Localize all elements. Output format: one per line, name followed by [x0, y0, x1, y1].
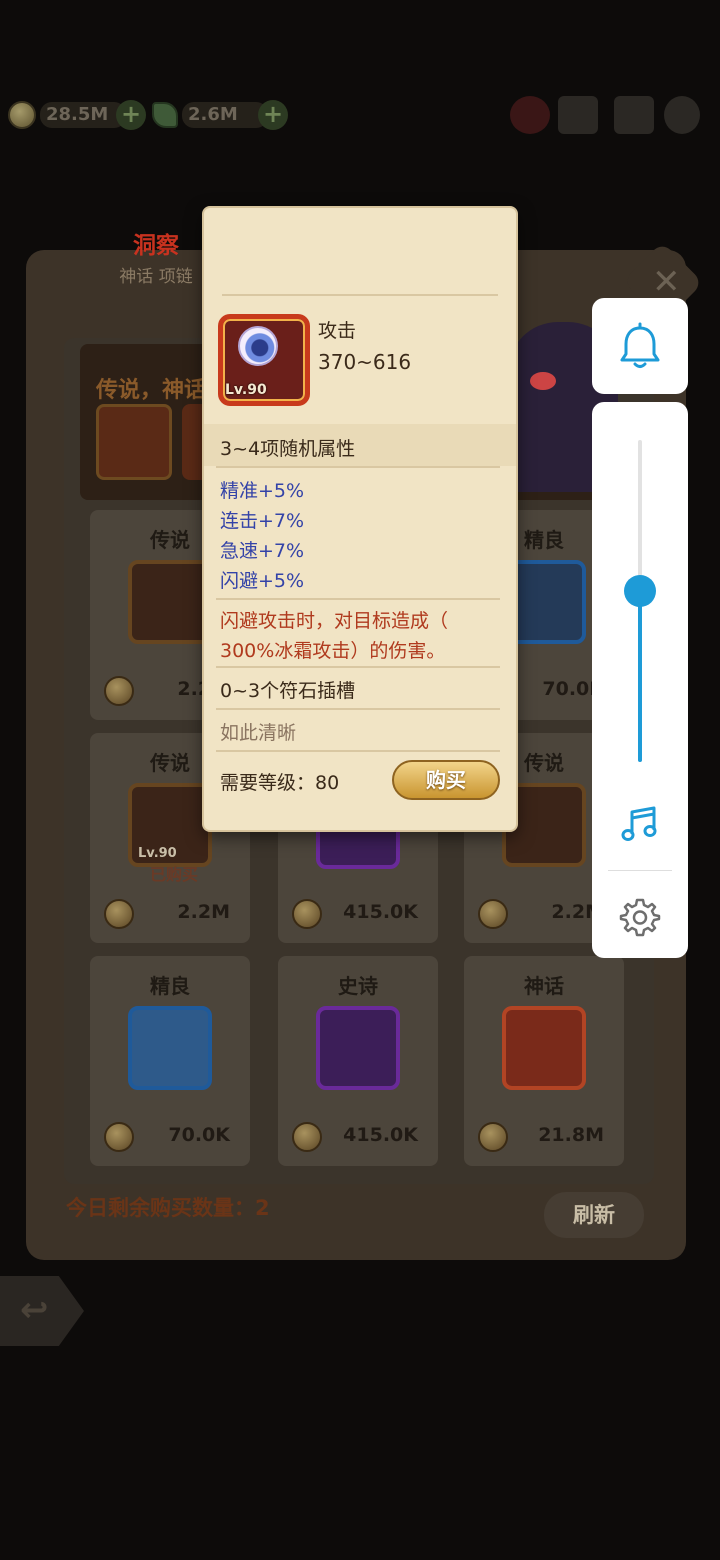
add-gem-button[interactable]: + [258, 100, 288, 130]
ringer-mode-button[interactable] [592, 298, 688, 394]
gold-coin-icon [8, 101, 36, 129]
top-hud: 28.5M + 2.6M + [0, 88, 720, 144]
gem-resource: 2.6M + [152, 98, 288, 132]
price-bar: 415.0K [292, 897, 424, 931]
coin-icon [104, 676, 134, 706]
attribute-line: 精准+5% [220, 480, 305, 502]
volume-slider-fill [638, 591, 642, 762]
gear-icon[interactable] [664, 96, 700, 134]
add-gold-button[interactable]: + [116, 100, 146, 130]
coin-icon [478, 1122, 508, 1152]
divider [216, 708, 500, 710]
divider [216, 666, 500, 668]
item-type: 神话 项链 [119, 267, 193, 287]
bell-icon [620, 322, 660, 368]
eye-necklace-icon [238, 326, 278, 366]
coin-icon [104, 899, 134, 929]
price-bar: 70.0K [104, 1120, 236, 1154]
media-volume-button[interactable] [616, 800, 664, 848]
stat-value: 370~616 [318, 350, 412, 374]
buy-button[interactable]: 购买 [392, 760, 500, 800]
sound-settings-button[interactable] [616, 892, 664, 940]
coin-icon [104, 1122, 134, 1152]
stat-label: 攻击 [318, 320, 357, 342]
attribute-line: 连击+7% [220, 510, 305, 532]
gold-amount: 28.5M [40, 102, 126, 128]
divider [608, 870, 672, 871]
effect-text: 300%冰霜攻击）的伤害。 [220, 640, 446, 662]
attribute-line: 急速+7% [220, 540, 305, 562]
divider [222, 294, 498, 296]
music-note-icon [621, 806, 657, 841]
item-name: 洞察 [133, 233, 179, 259]
coin-icon [292, 1122, 322, 1152]
price-bar: 2.2M [478, 897, 610, 931]
merchant-eye [530, 372, 556, 390]
price-bar: 415.0K [292, 1120, 424, 1154]
remaining-purchases: 今日剩余购买数量：2 [66, 1196, 270, 1220]
item-price: 415.0K [343, 1124, 418, 1146]
gem-leaf-icon [152, 102, 178, 128]
coin-icon [478, 899, 508, 929]
chat-icon[interactable] [558, 96, 598, 134]
item-price: 2.2M [177, 901, 230, 923]
coin-icon [292, 899, 322, 929]
shop-item-card[interactable]: 精良 70.0K [90, 956, 250, 1166]
item-rarity: 史诗 [338, 974, 378, 998]
divider [216, 750, 500, 752]
required-level: 需要等级：80 [220, 772, 340, 794]
item-price: 415.0K [343, 901, 418, 923]
price-bar: 2.2M [104, 897, 236, 931]
item-price: 70.0K [168, 1124, 230, 1146]
banner-title: 传说，神话 [96, 378, 207, 403]
divider [216, 598, 500, 600]
gear-icon [619, 898, 661, 937]
gem-amount: 2.6M [182, 102, 268, 128]
shop-item-card[interactable]: 史诗 415.0K [278, 956, 438, 1166]
item-rarity: 精良 [150, 974, 190, 998]
bag-icon[interactable] [510, 96, 550, 134]
attribute-line: 闪避+5% [220, 570, 305, 592]
item-level-badge: Lv.90 [225, 382, 267, 398]
socket-info: 0~3个符石插槽 [220, 680, 356, 702]
eye-necklace-icon [502, 1006, 586, 1090]
banner-item-staff-icon [96, 404, 172, 480]
mask-icon [128, 560, 212, 644]
belt-icon: Lv.90 [128, 783, 212, 867]
item-level: Lv.90 [138, 846, 177, 861]
close-icon: ✕ [652, 262, 681, 302]
back-arrow-icon: ↩ [20, 1290, 49, 1330]
effect-text: 闪避攻击时，对目标造成（ [220, 610, 449, 632]
flavor-text: 如此清晰 [220, 722, 297, 744]
gold-resource: 28.5M + [8, 98, 146, 132]
divider [216, 466, 500, 468]
item-price: 21.8M [538, 1124, 604, 1146]
dagger-icon [128, 1006, 212, 1090]
price-bar: 21.8M [478, 1120, 610, 1154]
purchased-stamp: 已购买 [150, 865, 199, 884]
shop-item-card[interactable]: 神话 21.8M [464, 956, 624, 1166]
item-rarity: 神话 [524, 974, 564, 998]
random-attributes-header: 3~4项随机属性 [220, 438, 356, 460]
mail-icon[interactable] [614, 96, 654, 134]
refresh-button[interactable]: 刷新 [544, 1192, 644, 1238]
torch-icon [316, 1006, 400, 1090]
